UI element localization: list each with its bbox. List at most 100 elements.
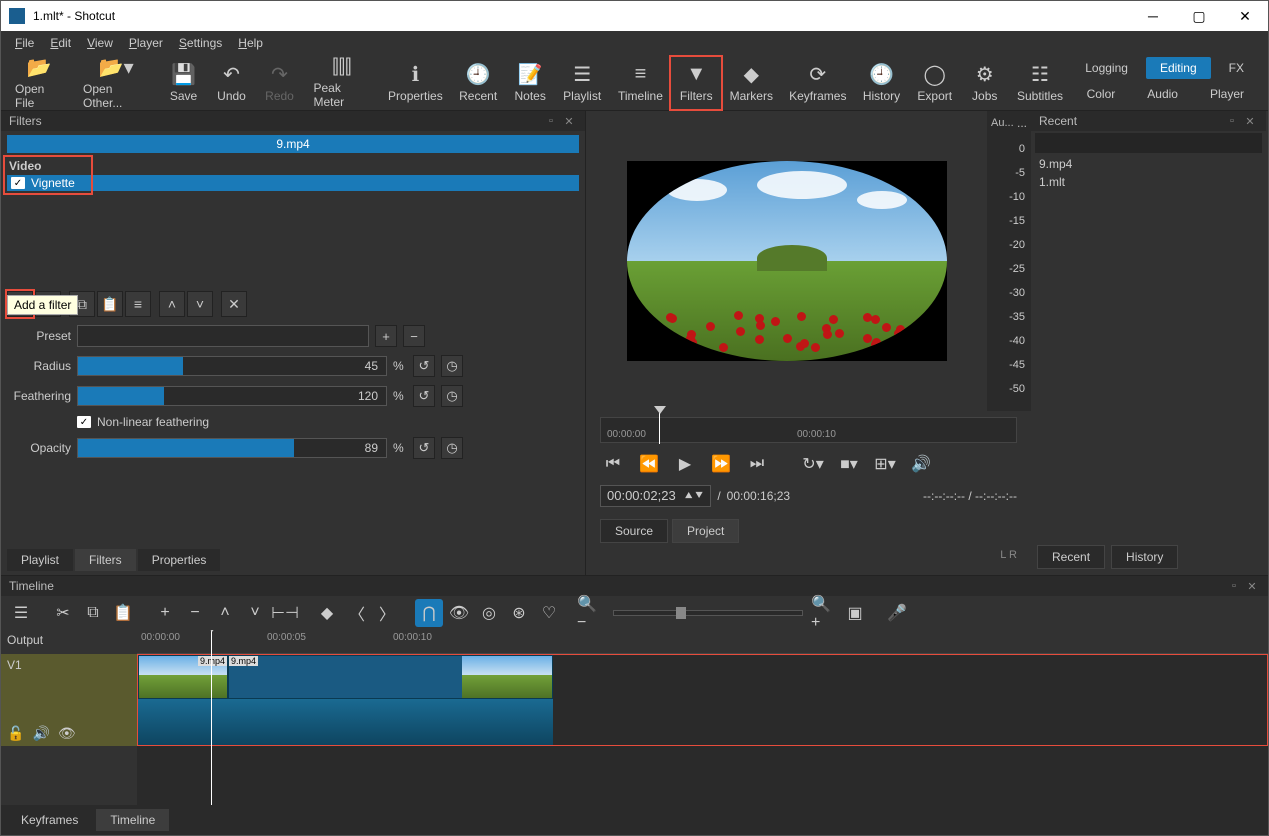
move-filter-down-button[interactable]: ˅: [187, 291, 213, 317]
toolbar-playlist-button[interactable]: ☰Playlist: [555, 57, 610, 109]
toolbar-open-file-button[interactable]: 📂Open File: [5, 57, 73, 109]
timeline-clip[interactable]: 9.mp4: [138, 655, 228, 699]
toolbar-jobs-button[interactable]: ⚙Jobs: [961, 57, 1009, 109]
preview-viewport[interactable]: [627, 161, 947, 361]
toolbar-redo-button[interactable]: ↷Redo: [256, 57, 304, 109]
player-tab-project[interactable]: Project: [672, 519, 739, 543]
timeline-tracks[interactable]: 00:00:00 00:00:05 00:00:10 9.mp4 9.mp4: [137, 630, 1268, 805]
toolbar-subtitles-button[interactable]: ☷Subtitles: [1009, 57, 1071, 109]
toolbar-timeline-button[interactable]: ≡Timeline: [610, 57, 671, 109]
maximize-button[interactable]: ▢: [1176, 1, 1222, 31]
snap-button[interactable]: ⋂: [415, 599, 443, 627]
radius-keyframe-button[interactable]: ◷: [441, 355, 463, 377]
recent-search-input[interactable]: [1035, 133, 1262, 153]
zoom-fit-button[interactable]: ▣: [841, 599, 869, 627]
timeline-clip[interactable]: 9.mp4: [228, 655, 553, 699]
volume-button[interactable]: 🔊: [908, 451, 934, 477]
toolbar-recent-button[interactable]: 🕘Recent: [451, 57, 506, 109]
opacity-reset-button[interactable]: ↺: [413, 437, 435, 459]
loop-button[interactable]: ↻▾: [800, 451, 826, 477]
grid-button[interactable]: ⊞▾: [872, 451, 898, 477]
feathering-reset-button[interactable]: ↺: [413, 385, 435, 407]
panel-close-button[interactable]: ✕: [561, 113, 577, 129]
prev-marker-button[interactable]: 〈: [343, 599, 371, 627]
copy-button[interactable]: ⧉: [79, 599, 107, 627]
filter-set-button[interactable]: ≡: [125, 291, 151, 317]
layout-tab-player[interactable]: Player: [1196, 83, 1258, 105]
zoom-in-button[interactable]: 🔍+: [811, 599, 839, 627]
record-audio-button[interactable]: 🎤: [883, 599, 911, 627]
cut-button[interactable]: ✂: [49, 599, 77, 627]
timeline-output-label[interactable]: Output: [1, 630, 137, 654]
left-tab-filters[interactable]: Filters: [75, 549, 136, 571]
layout-tab-fx[interactable]: FX: [1215, 57, 1258, 79]
zoom-out-button[interactable]: 🔍−: [577, 599, 605, 627]
move-filter-up-button[interactable]: ˄: [159, 291, 185, 317]
toolbar-properties-button[interactable]: ℹProperties: [380, 57, 450, 109]
paste-button[interactable]: 📋: [109, 599, 137, 627]
panel-float-button[interactable]: ▫: [543, 113, 559, 129]
track-lock-icon[interactable]: 🔓: [7, 725, 24, 742]
timeline-close-button[interactable]: ✕: [1244, 578, 1260, 594]
track-header-v1[interactable]: V1 🔓 🔊 👁: [1, 654, 137, 746]
deselect-filter-button[interactable]: ✕: [221, 291, 247, 317]
right-tab-recent[interactable]: Recent: [1037, 545, 1105, 569]
filter-enable-checkbox[interactable]: ✓: [11, 177, 25, 189]
toolbar-open-other-button[interactable]: 📂▾Open Other...: [73, 57, 159, 109]
zoom-fit-button[interactable]: ■▾: [836, 451, 862, 477]
skip-start-button[interactable]: ⏮: [600, 451, 626, 477]
radius-slider[interactable]: 45: [77, 356, 387, 376]
remove-button[interactable]: −: [181, 599, 209, 627]
menu-settings[interactable]: Settings: [171, 33, 230, 53]
left-tab-playlist[interactable]: Playlist: [7, 549, 73, 571]
ripple-markers-button[interactable]: ♡: [535, 599, 563, 627]
right-tab-history[interactable]: History: [1111, 545, 1178, 569]
toolbar-markers-button[interactable]: ◆Markers: [721, 57, 781, 109]
ripple-all-button[interactable]: ⊛: [505, 599, 533, 627]
preset-add-button[interactable]: +: [375, 325, 397, 347]
menu-file[interactable]: File: [7, 33, 42, 53]
playback-ruler[interactable]: 00:00:00 00:00:10: [600, 417, 1017, 443]
toolbar-filters-button[interactable]: ▼Filters: [671, 57, 721, 109]
recent-panel-close[interactable]: ✕: [1242, 113, 1258, 129]
opacity-slider[interactable]: 89: [77, 438, 387, 458]
bottom-tab-timeline[interactable]: Timeline: [96, 809, 169, 831]
recent-panel-float[interactable]: ▫: [1224, 113, 1240, 129]
overwrite-button[interactable]: ˅: [241, 599, 269, 627]
fast-forward-button[interactable]: ⏩: [708, 451, 734, 477]
recent-item[interactable]: 9.mp4: [1031, 155, 1266, 173]
layout-tab-editing[interactable]: Editing: [1146, 57, 1211, 79]
toolbar-peak-meter-button[interactable]: ⫿⫿⫿Peak Meter: [304, 57, 381, 109]
toolbar-history-button[interactable]: 🕘History: [854, 57, 908, 109]
layout-tab-audio[interactable]: Audio: [1133, 83, 1192, 105]
menu-help[interactable]: Help: [230, 33, 271, 53]
timeline-playhead[interactable]: [211, 630, 212, 805]
layout-tab-logging[interactable]: Logging: [1071, 57, 1142, 79]
menu-edit[interactable]: Edit: [42, 33, 79, 53]
player-tab-source[interactable]: Source: [600, 519, 668, 543]
menu-player[interactable]: Player: [121, 33, 171, 53]
layout-tab-color[interactable]: Color: [1073, 83, 1130, 105]
preset-remove-button[interactable]: −: [403, 325, 425, 347]
close-button[interactable]: ✕: [1222, 1, 1268, 31]
rewind-button[interactable]: ⏪: [636, 451, 662, 477]
next-marker-button[interactable]: 〉: [373, 599, 401, 627]
bottom-tab-keyframes[interactable]: Keyframes: [7, 809, 92, 831]
split-button[interactable]: ⊢⊣: [271, 599, 299, 627]
paste-filter-button[interactable]: 📋: [97, 291, 123, 317]
current-time[interactable]: 00:00:02;23 ⯅⯆: [600, 485, 711, 507]
minimize-button[interactable]: ─: [1130, 1, 1176, 31]
menu-view[interactable]: View: [79, 33, 121, 53]
toolbar-notes-button[interactable]: 📝Notes: [506, 57, 555, 109]
toolbar-keyframes-button[interactable]: ⟳Keyframes: [781, 57, 854, 109]
timeline-menu-button[interactable]: ☰: [7, 599, 35, 627]
left-tab-properties[interactable]: Properties: [138, 549, 221, 571]
toolbar-export-button[interactable]: ◯Export: [909, 57, 961, 109]
filter-item-vignette[interactable]: ✓ Vignette: [7, 175, 579, 191]
toolbar-undo-button[interactable]: ↶Undo: [208, 57, 256, 109]
marker-button[interactable]: ◆: [313, 599, 341, 627]
append-button[interactable]: +: [151, 599, 179, 627]
ripple-button[interactable]: ◎: [475, 599, 503, 627]
opacity-keyframe-button[interactable]: ◷: [441, 437, 463, 459]
preset-select[interactable]: [77, 325, 369, 347]
